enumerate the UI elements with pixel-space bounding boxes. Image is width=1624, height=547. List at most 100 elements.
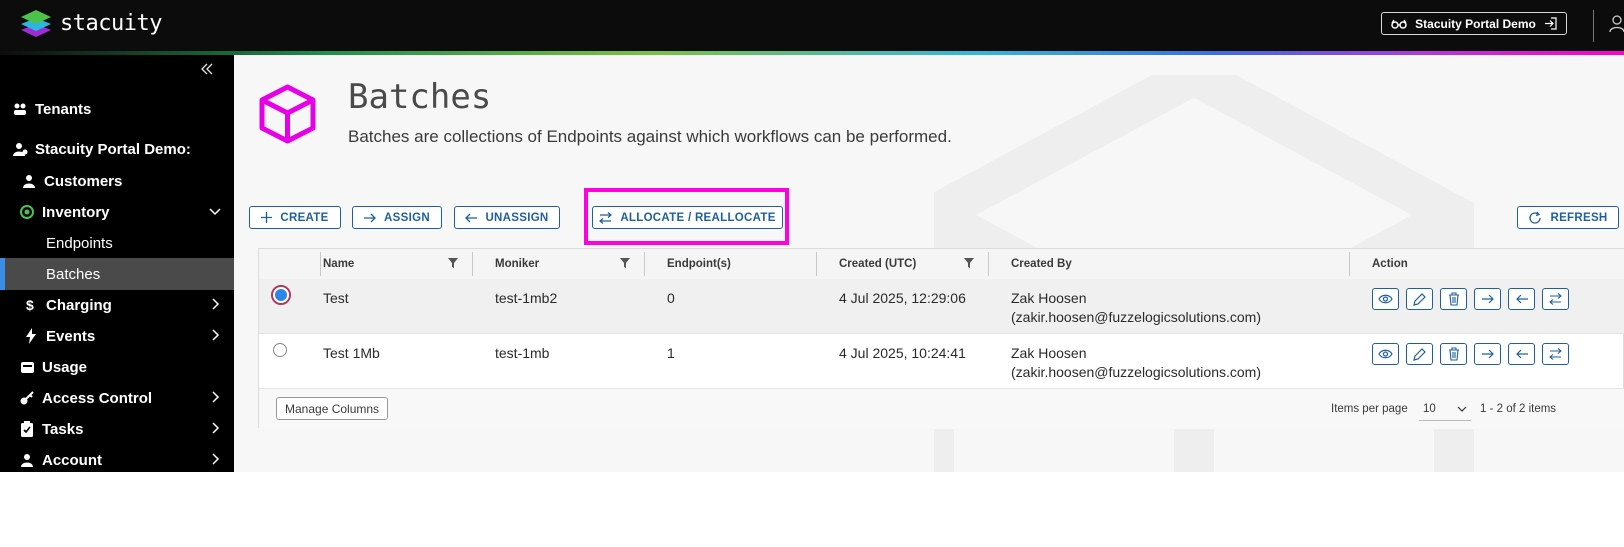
column-separator (1349, 252, 1350, 276)
arrow-left-icon (465, 213, 478, 222)
sidebar-item-tenants[interactable]: Tenants (0, 93, 234, 125)
column-separator (988, 252, 989, 276)
refresh-button-label: REFRESH (1550, 211, 1608, 224)
sidebar-item-endpoints[interactable]: Endpoints (0, 227, 234, 259)
tenant-switch-button[interactable]: Stacuity Portal Demo (1381, 12, 1567, 35)
sidebar-item-tenant-name[interactable]: Stacuity Portal Demo: (0, 133, 234, 165)
sidebar-item-usage[interactable]: Usage (0, 351, 234, 383)
filter-icon[interactable] (620, 258, 630, 268)
filter-icon[interactable] (448, 258, 458, 268)
sidebar-item-access-control[interactable]: Access Control (0, 382, 234, 414)
edit-button[interactable] (1406, 288, 1433, 310)
assign-row-button[interactable] (1474, 288, 1501, 310)
column-header-created[interactable]: Created (UTC) (839, 249, 916, 279)
user-icon[interactable] (1609, 14, 1624, 34)
chevron-right-icon (212, 453, 220, 465)
lightning-icon (22, 327, 40, 345)
delete-button[interactable] (1440, 343, 1467, 365)
sidebar-item-tasks[interactable]: Tasks (0, 413, 234, 445)
created-by-name: Zak Hoosen (1011, 345, 1087, 361)
created-by-email: (zakir.hoosen@fuzzelogicsolutions.com) (1011, 364, 1261, 380)
swap-arrows-icon (1549, 348, 1562, 360)
logo[interactable]: stacuity (20, 8, 162, 38)
cell-moniker: test-1mb (495, 345, 550, 361)
cell-created: 4 Jul 2025, 12:29:06 (839, 290, 966, 306)
cell-name: Test (323, 290, 349, 306)
table-row[interactable]: Test test-1mb2 0 4 Jul 2025, 12:29:06 Za… (259, 279, 1624, 334)
assign-button[interactable]: ASSIGN (352, 206, 442, 229)
unassign-row-button[interactable] (1508, 288, 1535, 310)
unassign-row-button[interactable] (1508, 343, 1535, 365)
create-button-label: CREATE (280, 211, 329, 224)
logo-text: stacuity (60, 10, 162, 36)
arrow-right-icon (364, 213, 376, 222)
allocate-row-button[interactable] (1542, 288, 1569, 310)
chevron-down-icon (209, 208, 221, 216)
column-separator (472, 252, 473, 276)
row-select-radio[interactable] (273, 343, 287, 357)
assign-row-button[interactable] (1474, 343, 1501, 365)
sidebar-item-batches[interactable]: Batches (0, 258, 234, 290)
sidebar: Tenants Stacuity Portal Demo: Customers … (0, 55, 234, 472)
key-icon (18, 389, 36, 407)
chevron-right-icon (212, 391, 220, 403)
page-title: Batches (348, 77, 492, 117)
chevron-down-icon (1457, 406, 1467, 412)
collapse-sidebar-icon[interactable] (200, 62, 214, 76)
sidebar-item-label: Tenants (35, 100, 92, 118)
pencil-icon (1413, 347, 1426, 361)
column-header-moniker[interactable]: Moniker (495, 249, 539, 279)
arrow-right-icon (1481, 349, 1494, 359)
refresh-button[interactable]: REFRESH (1517, 206, 1619, 229)
column-separator (816, 252, 817, 276)
filter-icon[interactable] (964, 258, 974, 268)
sidebar-item-charging[interactable]: $ Charging (0, 289, 234, 321)
trash-icon (1448, 292, 1459, 306)
eye-icon (1378, 349, 1393, 359)
sidebar-item-events[interactable]: Events (0, 320, 234, 352)
page-subtitle: Batches are collections of Endpoints aga… (348, 127, 952, 146)
account-icon (18, 451, 36, 469)
table-row[interactable]: Test 1Mb test-1mb 1 4 Jul 2025, 10:24:41… (259, 334, 1624, 389)
delete-button[interactable] (1440, 288, 1467, 310)
unassign-button-label: UNASSIGN (485, 211, 549, 224)
items-per-page-select[interactable]: 10 (1419, 397, 1471, 421)
refresh-icon (1529, 211, 1542, 224)
items-per-page-label: Items per page (1331, 403, 1408, 415)
edit-button[interactable] (1406, 343, 1433, 365)
column-header-endpoints[interactable]: Endpoint(s) (667, 249, 731, 279)
sidebar-item-customers[interactable]: Customers (0, 165, 234, 197)
unassign-button[interactable]: UNASSIGN (454, 206, 560, 229)
stacuity-logo-icon (21, 10, 51, 37)
allocate-row-button[interactable] (1542, 343, 1569, 365)
cell-created-by: Zak Hoosen (zakir.hoosen@fuzzelogicsolut… (1011, 289, 1261, 327)
view-button[interactable] (1372, 288, 1399, 310)
cell-created-by: Zak Hoosen (zakir.hoosen@fuzzelogicsolut… (1011, 344, 1261, 382)
plus-icon (261, 212, 273, 223)
tenant-user-icon (11, 140, 29, 158)
items-per-page-value: 10 (1423, 402, 1436, 415)
sidebar-item-label: Tasks (42, 420, 84, 438)
row-select-radio[interactable] (271, 285, 291, 305)
table-footer: Manage Columns Items per page 10 1 - 2 o… (259, 389, 1624, 429)
create-button[interactable]: CREATE (249, 206, 341, 229)
inventory-icon (18, 203, 36, 221)
charging-icon: $ (22, 296, 40, 314)
allocate-reallocate-button[interactable]: ALLOCATE / REALLOCATE (592, 206, 783, 229)
trash-icon (1448, 347, 1459, 361)
column-header-created-by[interactable]: Created By (1011, 249, 1072, 279)
cell-endpoints: 1 (667, 345, 675, 361)
pagination-info: 1 - 2 of 2 items (1480, 403, 1557, 415)
sidebar-item-account[interactable]: Account (0, 444, 234, 472)
column-header-name[interactable]: Name (323, 249, 354, 279)
arrow-left-icon (1515, 349, 1528, 359)
sign-in-icon (1544, 17, 1557, 30)
sidebar-item-label: Charging (46, 296, 112, 314)
sidebar-item-inventory[interactable]: Inventory (0, 196, 234, 228)
tenants-icon (11, 100, 29, 118)
view-button[interactable] (1372, 343, 1399, 365)
tenant-switch-label: Stacuity Portal Demo (1415, 16, 1536, 31)
sidebar-item-label: Events (46, 327, 96, 345)
sidebar-item-label: Endpoints (46, 234, 113, 252)
manage-columns-button[interactable]: Manage Columns (276, 397, 389, 420)
